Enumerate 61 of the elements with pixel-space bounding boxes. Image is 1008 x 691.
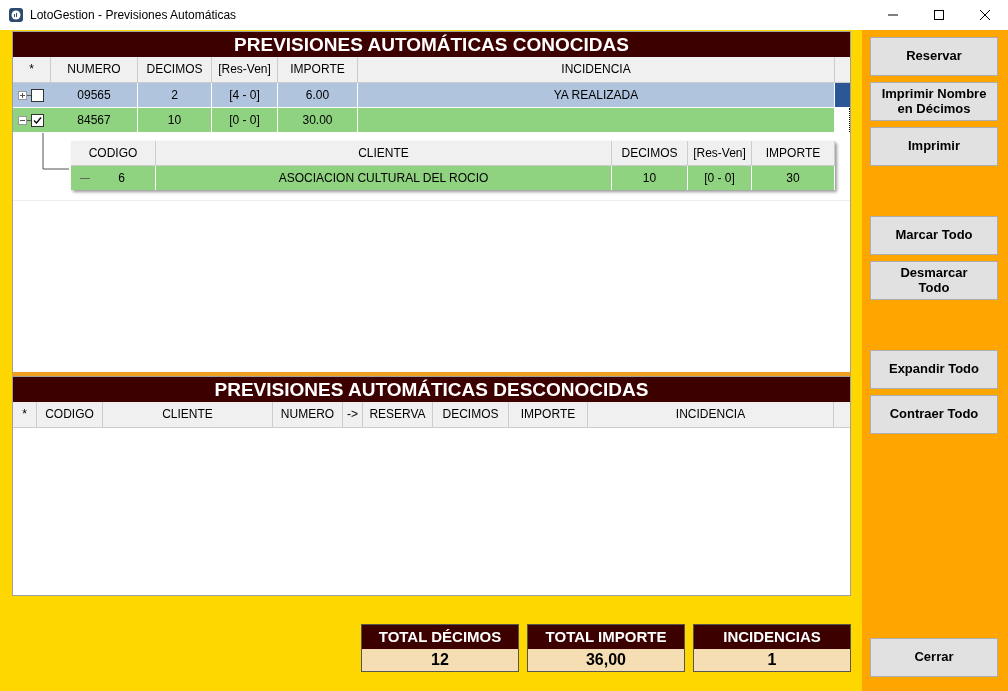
- connector-line: [42, 133, 70, 170]
- column-header[interactable]: CLIENTE: [156, 141, 612, 165]
- table-cell: 30: [786, 171, 800, 185]
- grid-title: PREVISIONES AUTOMÁTICAS DESCONOCIDAS: [13, 377, 850, 402]
- table-cell: 10: [138, 108, 212, 132]
- column-header[interactable]: DECIMOS: [433, 402, 509, 427]
- table-cell: [0 - 0]: [704, 171, 735, 185]
- total-value: 1: [694, 649, 850, 671]
- grid-title: PREVISIONES AUTOMÁTICAS CONOCIDAS: [13, 32, 850, 57]
- table-row[interactable]: 09565 2 [4 - 0] 6.00 YA REALIZADA: [13, 83, 850, 108]
- table-cell: [0 - 0]: [212, 108, 278, 132]
- table-cell: 10: [642, 171, 657, 185]
- column-header[interactable]: CODIGO: [71, 141, 156, 165]
- table-cell: 6.00: [278, 83, 358, 107]
- total-label: TOTAL DÉCIMOS: [362, 625, 518, 649]
- action-button[interactable]: Marcar Todo: [870, 216, 998, 255]
- close-icon[interactable]: [980, 10, 990, 20]
- action-button[interactable]: Reservar: [870, 37, 998, 76]
- column-header[interactable]: CODIGO: [37, 402, 103, 427]
- table-cell: 09565: [51, 83, 138, 107]
- row-checkbox[interactable]: [31, 113, 44, 127]
- table-row[interactable]: 84567 10 [0 - 0] 30.00: [13, 108, 850, 133]
- table-cell: 84567: [51, 108, 138, 132]
- column-header[interactable]: [Res-Ven]: [688, 141, 752, 165]
- column-header[interactable]: *: [13, 402, 37, 427]
- total-value: 12: [362, 649, 518, 671]
- action-button[interactable]: Imprimir: [870, 127, 998, 166]
- row-checkbox[interactable]: [31, 88, 44, 102]
- total-label: INCIDENCIAS: [694, 625, 850, 649]
- table-cell: [4 - 0]: [212, 83, 278, 107]
- table-cell-text: 6: [118, 170, 125, 187]
- column-header[interactable]: NUMERO: [51, 57, 138, 82]
- table-cell: ASOCIACION CULTURAL DEL ROCIO: [278, 171, 489, 185]
- column-header[interactable]: [Res-Ven]: [212, 57, 278, 82]
- total-label: TOTAL IMPORTE: [528, 625, 684, 649]
- action-button[interactable]: Desmarcar Todo: [870, 261, 998, 300]
- table-row[interactable]: 6 ASOCIACION CULTURAL DEL ROCIO 10 [0 - 0] 30: [71, 166, 835, 190]
- column-header[interactable]: IMPORTE: [278, 57, 358, 82]
- column-header[interactable]: DECIMOS: [138, 57, 212, 82]
- app-icon: [8, 7, 24, 23]
- expander-icon[interactable]: [18, 115, 27, 125]
- column-header[interactable]: ->: [343, 402, 363, 427]
- close-button[interactable]: Cerrar: [870, 638, 998, 677]
- column-header[interactable]: IMPORTE: [509, 402, 588, 427]
- column-header[interactable]: CLIENTE: [103, 402, 273, 427]
- column-header[interactable]: INCIDENCIA: [588, 402, 834, 427]
- table-cell: 2: [138, 83, 212, 107]
- window-title: LotoGestion - Previsiones Automáticas: [30, 8, 237, 22]
- column-header[interactable]: RESERVA: [363, 402, 433, 427]
- maximize-icon[interactable]: [934, 10, 944, 20]
- total-value: 36,00: [528, 649, 684, 671]
- action-button[interactable]: Expandir Todo: [870, 350, 998, 389]
- column-header[interactable]: NUMERO: [273, 402, 343, 427]
- action-button[interactable]: Imprimir Nombre en Décimos: [870, 82, 998, 121]
- column-header[interactable]: INCIDENCIA: [358, 57, 835, 82]
- column-header[interactable]: IMPORTE: [752, 141, 835, 165]
- action-button[interactable]: Contraer Todo: [870, 395, 998, 434]
- column-header[interactable]: DECIMOS: [612, 141, 688, 165]
- column-header[interactable]: *: [13, 57, 51, 82]
- expander-icon[interactable]: [18, 90, 27, 100]
- table-cell: 30.00: [278, 108, 358, 132]
